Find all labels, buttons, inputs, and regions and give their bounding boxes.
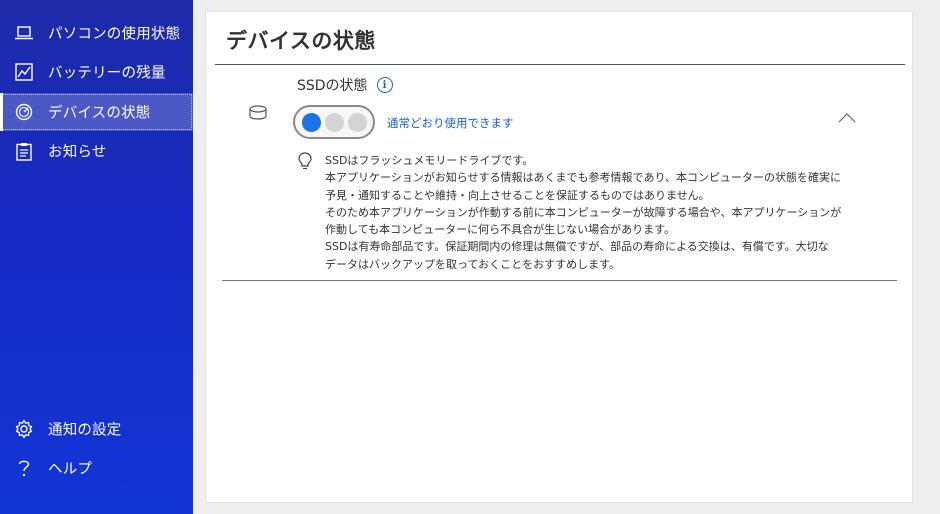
app-window: パソコンの使用状態 バッテリーの残量 デバイスの状態 お知らせ 通知の設定 ヘル… (0, 0, 940, 514)
sidebar-item-pc-usage[interactable]: パソコンの使用状態 (0, 14, 193, 52)
status-level-indicator (293, 105, 375, 139)
status-dot-normal (301, 112, 321, 132)
sidebar-item-label: デバイスの状態 (48, 105, 151, 122)
sidebar-item-label: パソコンの使用状態 (48, 26, 181, 43)
sidebar-item-help[interactable]: ヘルプ (0, 449, 193, 487)
question-icon (14, 458, 34, 478)
sidebar-item-label: お知らせ (48, 144, 107, 161)
sidebar-item-device-status[interactable]: デバイスの状態 (0, 93, 193, 131)
gear-icon (14, 419, 34, 439)
description-line: 予見・通知することや維持・向上させることを保証するものではありません。 (325, 188, 710, 202)
description-line: データはバックアップを取っておくことをおすすめします。 (325, 257, 621, 271)
sidebar-item-label: バッテリーの残量 (48, 65, 166, 82)
disk-icon (248, 105, 268, 121)
sidebar-item-battery[interactable]: バッテリーの残量 (0, 53, 193, 91)
section-divider (222, 280, 897, 281)
status-dot-caution (324, 112, 344, 132)
description: SSDはフラッシュメモリードライブです。 本アプリケーションがお知らせする情報は… (325, 152, 885, 273)
clipboard-icon (14, 141, 34, 161)
section-header: SSDの状態 i (297, 75, 393, 95)
sidebar-item-label: ヘルプ (48, 461, 93, 478)
description-line: 本アプリケーションがお知らせする情報はあくまでも参考情報であり、本コンピューター… (325, 171, 842, 185)
battery-chart-icon (14, 62, 34, 82)
sidebar: パソコンの使用状態 バッテリーの残量 デバイスの状態 お知らせ 通知の設定 ヘル… (0, 0, 193, 514)
description-line: SSDは有寿命部品です。保証期間内の修理は無償ですが、部品の寿命による交換は、有… (325, 240, 829, 254)
status-dot-warning (347, 112, 367, 132)
laptop-icon (14, 23, 34, 43)
section-title: SSDの状態 (297, 78, 368, 94)
gauge-icon (14, 102, 34, 122)
title-divider (215, 64, 905, 65)
info-icon[interactable]: i (376, 77, 393, 93)
chevron-up-icon[interactable] (838, 108, 856, 123)
page-title: デバイスの状態 (226, 29, 376, 53)
sidebar-item-notification-settings[interactable]: 通知の設定 (0, 410, 193, 448)
sidebar-item-notices[interactable]: お知らせ (0, 132, 193, 170)
lightbulb-icon (298, 152, 312, 170)
description-line: そのため本アプリケーションが作動する前に本コンピューターが故障する場合や、本アプ… (325, 205, 842, 219)
main-panel: デバイスの状態 SSDの状態 i 通常どおり使用できます SSDはフラッシュメモ… (205, 11, 913, 503)
status-text: 通常どおり使用できます (387, 116, 514, 130)
sidebar-item-label: 通知の設定 (48, 422, 122, 439)
description-line: SSDはフラッシュメモリードライブです。 (325, 154, 534, 167)
description-line: 作動しても本コンピューターに何ら不具合が生じない場合があります。 (325, 223, 676, 237)
